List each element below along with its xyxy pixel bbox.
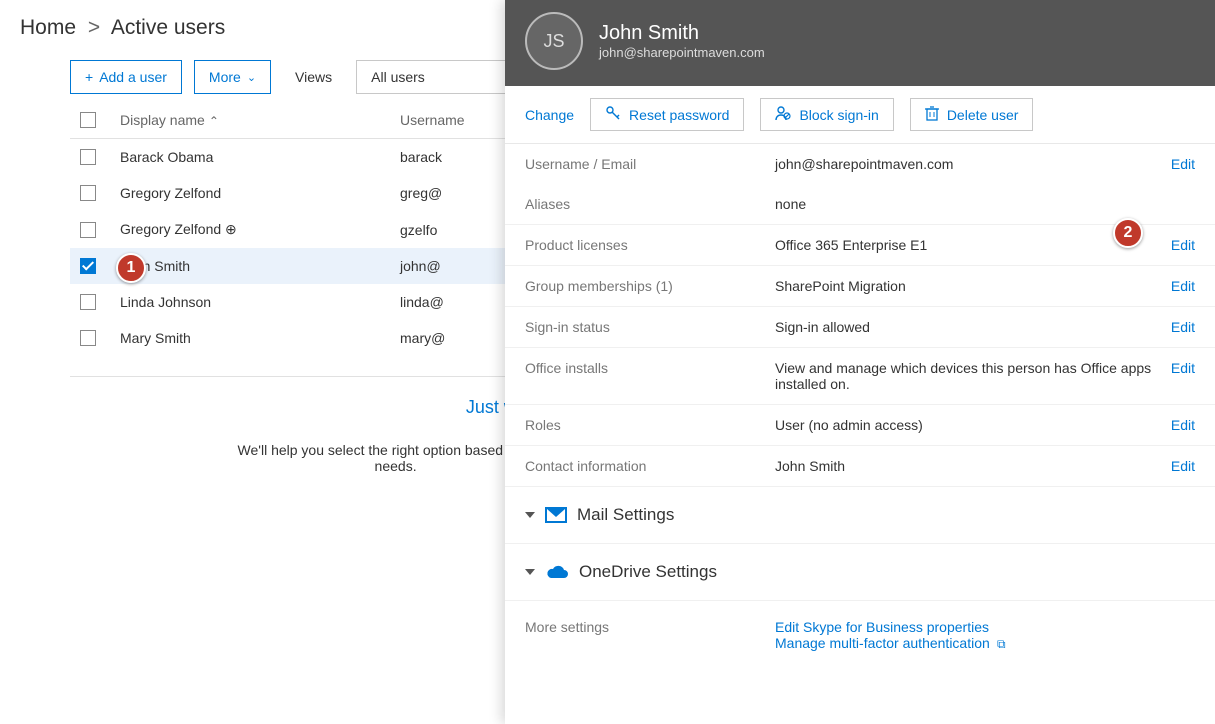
panel-user-email: john@sharepointmaven.com [599,45,765,60]
column-display-name[interactable]: Display name⌃ [120,112,400,128]
change-link[interactable]: Change [525,107,574,123]
detail-label: Office installs [525,360,775,376]
avatar: JS [525,12,583,70]
views-label: Views [283,61,344,93]
detail-value: none [775,196,1159,212]
row-display-name: John Smith [120,258,400,274]
block-user-icon [775,105,791,124]
detail-label: Aliases [525,196,775,212]
row-display-name: Linda Johnson [120,294,400,310]
breadcrumb-separator: > [88,16,100,39]
edit-link[interactable]: Edit [1159,458,1195,474]
detail-label: Roles [525,417,775,433]
delete-user-label: Delete user [947,107,1019,123]
chevron-down-icon [525,569,535,575]
annotation-callout-1: 1 [116,253,146,283]
row-checkbox[interactable] [80,330,96,346]
edit-link[interactable]: Edit [1159,360,1195,376]
row-checkbox[interactable] [80,258,96,274]
key-icon [605,105,621,124]
sort-asc-icon: ⌃ [209,114,219,128]
detail-value: Office 365 Enterprise E1 [775,237,1159,253]
mail-icon [545,507,567,523]
detail-label: Sign-in status [525,319,775,335]
reset-password-label: Reset password [629,107,729,123]
add-user-label: Add a user [99,69,167,85]
views-select[interactable]: All users [356,60,516,94]
reset-password-button[interactable]: Reset password [590,98,744,131]
block-signin-button[interactable]: Block sign-in [760,98,893,131]
edit-link[interactable]: Edit [1159,319,1195,335]
edit-link[interactable]: Edit [1159,417,1195,433]
detail-label: Username / Email [525,156,775,172]
panel-actions: Change Reset password Block sign-in Dele… [505,86,1215,144]
annotation-callout-2: 2 [1113,218,1143,248]
detail-signin: Sign-in status Sign-in allowed Edit [505,307,1215,348]
row-checkbox[interactable] [80,185,96,201]
detail-value: View and manage which devices this perso… [775,360,1159,392]
detail-value: Sign-in allowed [775,319,1159,335]
detail-contact: Contact information John Smith Edit [505,446,1215,487]
row-display-name: Barack Obama [120,149,400,165]
panel-header: JS John Smith john@sharepointmaven.com [505,0,1215,86]
row-checkbox[interactable] [80,294,96,310]
detail-username: Username / Email john@sharepointmaven.co… [505,144,1215,184]
detail-label: Contact information [525,458,775,474]
detail-value: john@sharepointmaven.com [775,156,1159,172]
chevron-down-icon [525,512,535,518]
mail-settings-section[interactable]: Mail Settings [505,487,1215,544]
chevron-down-icon: ⌄ [247,71,256,84]
section-label: Mail Settings [577,505,674,525]
edit-link[interactable]: Edit [1159,156,1195,172]
detail-groups: Group memberships (1) SharePoint Migrati… [505,266,1215,307]
manage-mfa-link[interactable]: Manage multi-factor authentication [775,635,990,651]
select-all-checkbox[interactable] [80,112,96,128]
external-link-icon: ⧉ [994,637,1006,651]
row-display-name: Gregory Zelfond [120,185,400,201]
trash-icon [925,105,939,124]
detail-more-settings: More settings Edit Skype for Business pr… [505,601,1215,664]
detail-value: John Smith [775,458,1159,474]
user-detail-panel: JS John Smith john@sharepointmaven.com C… [505,0,1215,724]
detail-label: More settings [525,619,775,635]
onedrive-settings-section[interactable]: OneDrive Settings [505,544,1215,601]
row-display-name: Mary Smith [120,330,400,346]
edit-skype-link[interactable]: Edit Skype for Business properties [775,619,1195,635]
detail-label: Group memberships (1) [525,278,775,294]
breadcrumb-home[interactable]: Home [20,16,76,39]
delete-user-button[interactable]: Delete user [910,98,1034,131]
panel-user-name: John Smith [599,22,765,45]
edit-link[interactable]: Edit [1159,278,1195,294]
detail-label: Product licenses [525,237,775,253]
detail-roles: Roles User (no admin access) Edit [505,405,1215,446]
add-user-button[interactable]: + Add a user [70,60,182,94]
row-checkbox[interactable] [80,222,96,238]
more-label: More [209,69,241,85]
edit-link[interactable]: Edit [1159,237,1195,253]
section-label: OneDrive Settings [579,562,717,582]
onedrive-icon [545,564,569,580]
detail-value: User (no admin access) [775,417,1159,433]
more-button[interactable]: More ⌄ [194,60,271,94]
row-display-name: Gregory Zelfond ⊕ [120,221,400,238]
row-checkbox[interactable] [80,149,96,165]
detail-licenses: Product licenses Office 365 Enterprise E… [505,225,1215,266]
detail-value: SharePoint Migration [775,278,1159,294]
breadcrumb-current: Active users [111,16,225,39]
detail-aliases: Aliases none Edit [505,184,1215,225]
block-signin-label: Block sign-in [799,107,878,123]
plus-icon: + [85,69,93,85]
detail-office: Office installs View and manage which de… [505,348,1215,405]
